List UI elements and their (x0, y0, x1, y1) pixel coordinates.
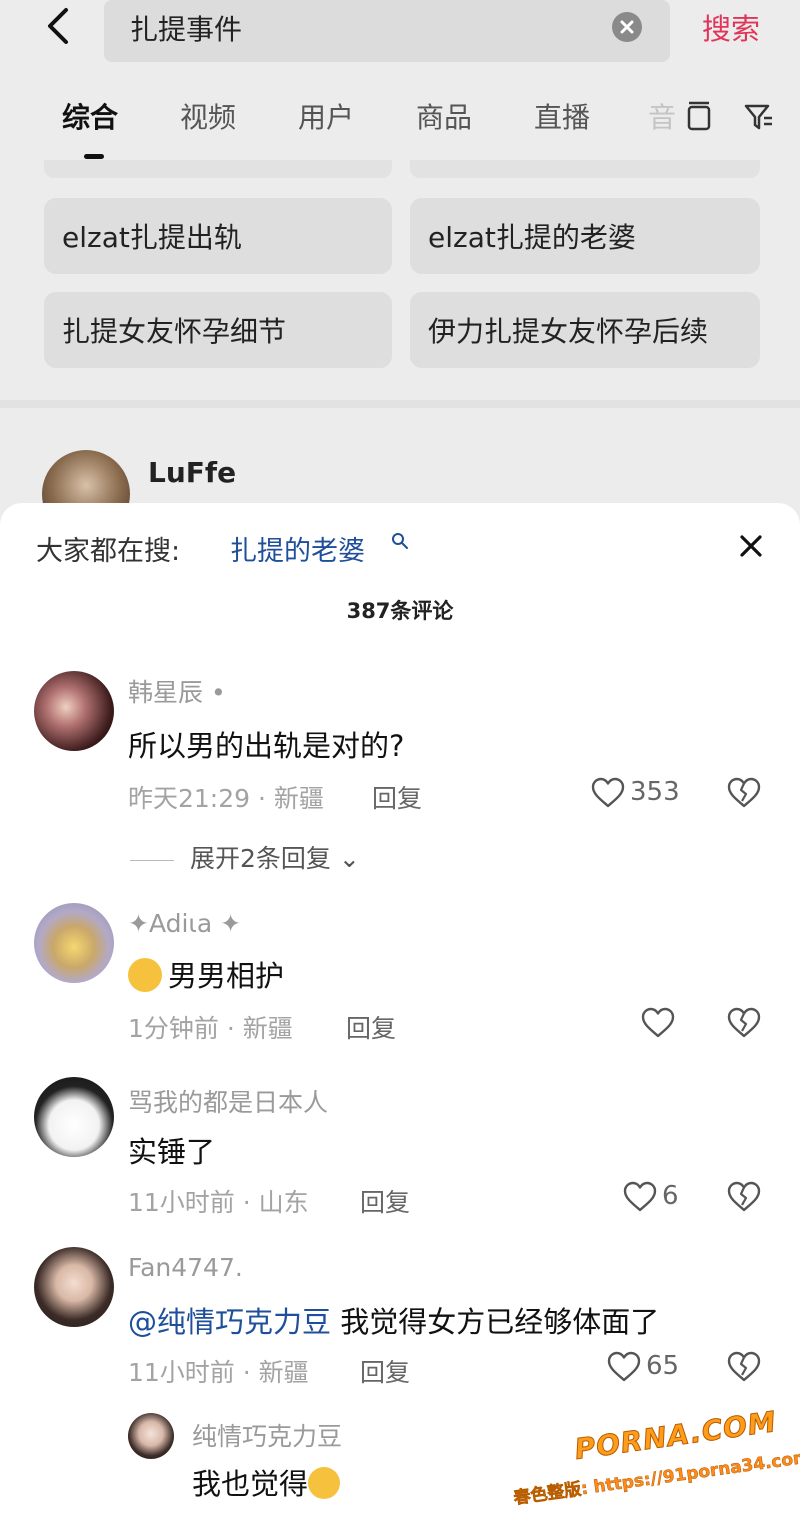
comment-count: 387条评论 (346, 599, 454, 623)
reply-button[interactable]: 回复 (372, 779, 422, 815)
broken-heart-icon[interactable] (726, 1005, 762, 1041)
watermark: PORNA.COM 春色整版: https://91porna34.com (512, 1405, 800, 1509)
search-icon (390, 531, 410, 551)
active-tab-indicator (84, 154, 104, 159)
like-button[interactable]: 65 (606, 1349, 686, 1385)
tab-video[interactable]: 视频 (180, 96, 236, 136)
avatar[interactable] (34, 1077, 114, 1157)
search-results-page: 扎提事件 搜索 综合 视频 用户 商品 直播 音 elzat扎提出轨 elzat… (0, 0, 800, 538)
search-query: 扎提事件 (130, 13, 243, 46)
hot-search-link[interactable]: 扎提的老婆 (230, 529, 365, 568)
related-search-chip[interactable]: elzat扎提的老婆 (410, 198, 760, 274)
tab-user[interactable]: 用户 (298, 96, 354, 136)
heart-icon (640, 1005, 676, 1041)
pleading-emoji-icon (128, 958, 162, 992)
result-tabs: 综合 视频 用户 商品 直播 音 (0, 96, 800, 159)
chip-label: elzat扎提的老婆 (428, 221, 636, 254)
like-button[interactable] (640, 1005, 680, 1041)
filter-icon[interactable] (742, 100, 776, 134)
avatar[interactable] (128, 1413, 174, 1459)
expand-replies-button[interactable]: 展开2条回复 ⌄ (130, 839, 360, 875)
reply-text-content: 我也觉得 (192, 1467, 309, 1501)
reply-button[interactable]: 回复 (360, 1183, 410, 1219)
comments-sheet: 大家都在搜: 扎提的老婆 387条评论 韩星辰 • 所以男的出轨是对的? 昨天2… (0, 503, 800, 1519)
chip-label: 扎提女友怀孕细节 (62, 315, 287, 348)
search-input[interactable]: 扎提事件 (104, 0, 670, 62)
avatar[interactable] (34, 903, 114, 983)
comment-text: 男男相护 (128, 953, 284, 995)
related-search-chip[interactable]: 扎提女友怀孕细节 (44, 292, 392, 368)
avatar[interactable] (34, 1247, 114, 1327)
close-icon[interactable] (734, 529, 768, 563)
back-button[interactable] (38, 4, 82, 48)
like-count: 65 (646, 1351, 680, 1381)
related-search-chip[interactable]: 伊力扎提女友怀孕后续 (410, 292, 760, 368)
divider-line (130, 859, 174, 861)
comment-meta: 11小时前 · 新疆 (128, 1358, 309, 1387)
related-search-chip[interactable]: elzat扎提出轨 (44, 198, 392, 274)
comment-text: 实锤了 (128, 1135, 216, 1169)
avatar[interactable] (34, 671, 114, 751)
tab-live[interactable]: 直播 (534, 96, 590, 136)
tab-music[interactable]: 音 (648, 96, 676, 136)
comment-author[interactable]: 韩星辰 • (128, 673, 226, 709)
comment-text: 所以男的出轨是对的? (128, 729, 405, 763)
broken-heart-icon[interactable] (726, 1179, 762, 1215)
comment-author[interactable]: 骂我的都是日本人 (128, 1083, 328, 1119)
reply-author[interactable]: 纯情巧克力豆 (192, 1417, 342, 1453)
chip-edge (410, 160, 760, 178)
reply-button[interactable]: 回复 (360, 1353, 410, 1389)
comment-text-content: 我觉得女方已经够体面了 (331, 1305, 660, 1339)
like-button[interactable]: 353 (590, 775, 690, 811)
clear-icon[interactable] (612, 12, 642, 42)
like-button[interactable]: 6 (622, 1179, 692, 1215)
comment-meta: 昨天21:29 · 新疆 (128, 784, 324, 813)
tab-goods[interactable]: 商品 (416, 96, 472, 136)
chip-label: elzat扎提出轨 (62, 221, 242, 254)
comment-meta: 11小时前 · 山东 (128, 1188, 309, 1217)
comment-text-content: 男男相护 (168, 959, 285, 993)
broken-heart-icon[interactable] (726, 775, 762, 811)
chip-edge (44, 160, 392, 178)
section-divider (0, 400, 800, 408)
comment-meta: 1分钟前 · 新疆 (128, 1014, 293, 1043)
like-count: 353 (630, 777, 680, 807)
broken-heart-icon[interactable] (726, 1349, 762, 1385)
crying-emoji-icon (308, 1467, 341, 1499)
heart-icon (590, 775, 626, 811)
tab-general[interactable]: 综合 (62, 96, 118, 136)
comment-author[interactable]: Fan4747. (128, 1253, 243, 1282)
reply-text: 我也觉得 (192, 1461, 341, 1503)
chevron-down-icon: ⌄ (338, 844, 360, 873)
reply-button[interactable]: 回复 (346, 1009, 396, 1045)
heart-icon (622, 1179, 658, 1215)
layout-toggle-icon[interactable] (682, 100, 716, 134)
like-count: 6 (662, 1181, 679, 1211)
chip-label: 伊力扎提女友怀孕后续 (428, 315, 709, 348)
hot-search-label: 大家都在搜: (36, 536, 181, 567)
comment-text: @纯情巧克力豆 我觉得女方已经够体面了 (128, 1299, 659, 1341)
search-button[interactable]: 搜索 (702, 6, 760, 48)
comment-author[interactable]: ✦Adiιa ✦ (128, 909, 241, 938)
mention-link[interactable]: @纯情巧克力豆 (128, 1305, 331, 1339)
expand-label: 展开2条回复 (190, 844, 331, 873)
heart-icon (606, 1349, 642, 1385)
search-topbar: 扎提事件 搜索 (0, 0, 800, 70)
username[interactable]: LuFfe (148, 456, 236, 489)
chevron-left-icon (48, 8, 68, 44)
